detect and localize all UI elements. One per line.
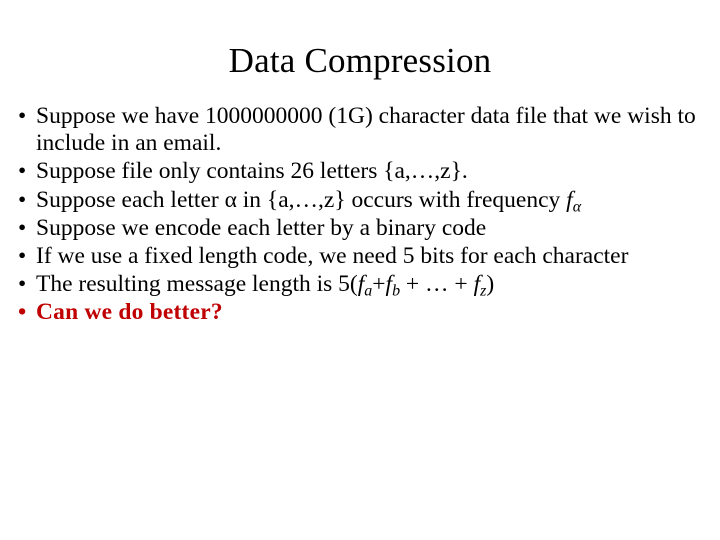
frequency-term-b: fb xyxy=(386,271,401,300)
bullet-dot-icon: • xyxy=(18,186,27,213)
bullet-dot-icon: • xyxy=(18,271,27,298)
formula-operator-1: + xyxy=(372,271,386,298)
bullet-list: • Suppose we have 1000000000 (1G) charac… xyxy=(12,103,712,327)
bullet-text-message-length-prefix: The resulting message length is 5( xyxy=(36,271,358,298)
page-title: Data Compression xyxy=(228,41,492,81)
bullet-dot-icon: • xyxy=(18,103,27,129)
frequency-term-z: fz xyxy=(474,271,487,299)
bullet-text-can-we-do-better: Can we do better? xyxy=(36,299,223,326)
bullet-text-frequency-prefix: Suppose each letter α in {a,…,z} occurs … xyxy=(36,186,567,213)
bullet-dot-icon: • xyxy=(18,299,27,326)
bullet-dot-icon: • xyxy=(18,243,27,270)
list-item-can-we-do-better: • Can we do better? xyxy=(12,299,712,326)
bullet-dot-icon: • xyxy=(18,158,27,185)
slide: Data Compression • Suppose we have 10000… xyxy=(0,0,720,540)
bullet-text-binary-code: Suppose we encode each letter by a binar… xyxy=(36,214,487,241)
frequency-symbol: fα xyxy=(566,187,582,216)
formula-operator-2: + … + xyxy=(400,271,474,298)
list-item-fixed-length: • If we use a fixed length code, we need… xyxy=(12,243,720,270)
list-item-frequency: • Suppose each letter α in {a,…,z} occur… xyxy=(12,186,712,216)
bullet-text-alphabet: Suppose file only contains 26 letters {a… xyxy=(36,158,468,185)
frequency-symbol-subscript: α xyxy=(572,198,582,216)
frequency-term-a: fa xyxy=(358,271,373,299)
bullet-dot-icon: • xyxy=(18,214,27,241)
list-item-file-size: • Suppose we have 1000000000 (1G) charac… xyxy=(12,103,720,157)
list-item-alphabet: • Suppose file only contains 26 letters … xyxy=(12,158,712,185)
list-item-binary-code: • Suppose we encode each letter by a bin… xyxy=(12,215,712,242)
list-item-message-length: • The resulting message length is 5(fa+f… xyxy=(12,271,712,300)
formula-closing-paren: ) xyxy=(486,271,495,298)
bullet-text-file-size: Suppose we have 1000000000 (1G) characte… xyxy=(36,103,696,157)
bullet-text-fixed-length: If we use a fixed length code, we need 5… xyxy=(36,243,629,270)
slide-body: • Suppose we have 1000000000 (1G) charac… xyxy=(12,103,712,328)
frequency-term-b-subscript: b xyxy=(392,282,401,300)
